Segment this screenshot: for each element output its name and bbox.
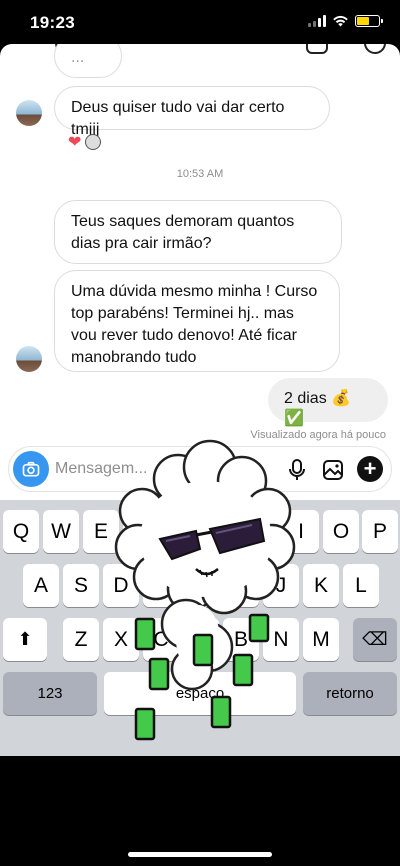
key-h[interactable]: H [223,564,259,607]
key-s[interactable]: S [63,564,99,607]
message-text: Teus saques demoram quantos dias pra cai… [71,213,295,252]
backspace-key[interactable]: ⌫ [353,618,397,661]
message-reactions[interactable]: ❤ [68,132,102,152]
add-button[interactable]: + [357,456,383,482]
sender-avatar[interactable] [16,346,42,372]
status-bar: 19:23 [0,0,400,44]
key-b[interactable]: B [223,618,259,661]
home-indicator[interactable] [128,852,272,857]
header-actions [306,44,386,54]
message-input[interactable]: Mensagem... [55,460,147,478]
key-z[interactable]: Z [63,618,99,661]
chat-screen: ... Deus quiser tudo vai dar certo tmjjj… [0,44,400,756]
return-key[interactable]: retorno [303,672,397,715]
key-l[interactable]: L [343,564,379,607]
seen-status: Visualizado agora há pouco [250,429,386,441]
key-i[interactable]: I [283,510,319,553]
battery-icon [355,15,383,27]
timestamp: 10:53 AM [176,168,224,180]
sender-avatar[interactable] [16,100,42,126]
keyboard: Q W E R T Y U I O P A S D F G H J K L ⬆ … [0,500,400,756]
key-e[interactable]: E [83,510,119,553]
status-icons [308,15,383,27]
key-f[interactable]: F [143,564,179,607]
status-time: 19:23 [30,13,75,32]
key-j[interactable]: J [263,564,299,607]
key-n[interactable]: N [263,618,299,661]
info-icon[interactable] [364,44,386,54]
gallery-icon[interactable] [321,458,345,482]
key-c[interactable]: C [143,618,179,661]
key-g[interactable]: G [183,564,219,607]
reactor-avatar [85,134,102,150]
key-r[interactable]: R [123,510,159,553]
key-p[interactable]: P [362,510,398,553]
message-composer: Mensagem... + [8,446,392,492]
message-bubble[interactable]: Deus quiser tudo vai dar certo tmjjj [54,86,330,138]
message-bubble-outgoing[interactable]: 2 dias 💰 ✅ [268,378,388,427]
key-q[interactable]: Q [3,510,39,553]
key-t[interactable]: T [163,510,199,553]
camera-button[interactable] [13,451,49,487]
key-y[interactable]: Y [203,510,239,553]
shift-key[interactable]: ⬆ [3,618,47,661]
key-k[interactable]: K [303,564,339,607]
message-text: ... [71,49,85,66]
camera-icon [22,461,40,477]
key-w[interactable]: W [43,510,79,553]
heart-icon: ❤ [68,134,82,151]
key-v[interactable]: V [183,618,219,661]
message-text: Deus quiser tudo vai dar certo tmjjj [71,99,285,138]
message-bubble-partial[interactable]: ... [54,44,122,78]
message-text: Uma dúvida mesmo minha ! Curso top parab… [71,283,318,366]
key-x[interactable]: X [103,618,139,661]
space-key[interactable]: espaço [104,672,296,715]
key-m[interactable]: M [303,618,339,661]
message-bubble[interactable]: Uma dúvida mesmo minha ! Curso top parab… [54,270,340,372]
key-d[interactable]: D [103,564,139,607]
cellular-signal-icon [308,15,326,27]
wifi-icon [333,15,348,27]
microphone-icon[interactable] [285,458,309,482]
key-a[interactable]: A [23,564,59,607]
key-u[interactable]: U [243,510,279,553]
key-o[interactable]: O [323,510,359,553]
video-call-icon[interactable] [306,44,328,54]
numbers-key[interactable]: 123 [3,672,97,715]
message-bubble[interactable]: Teus saques demoram quantos dias pra cai… [54,200,342,264]
message-text: 2 dias 💰 ✅ [284,390,352,427]
